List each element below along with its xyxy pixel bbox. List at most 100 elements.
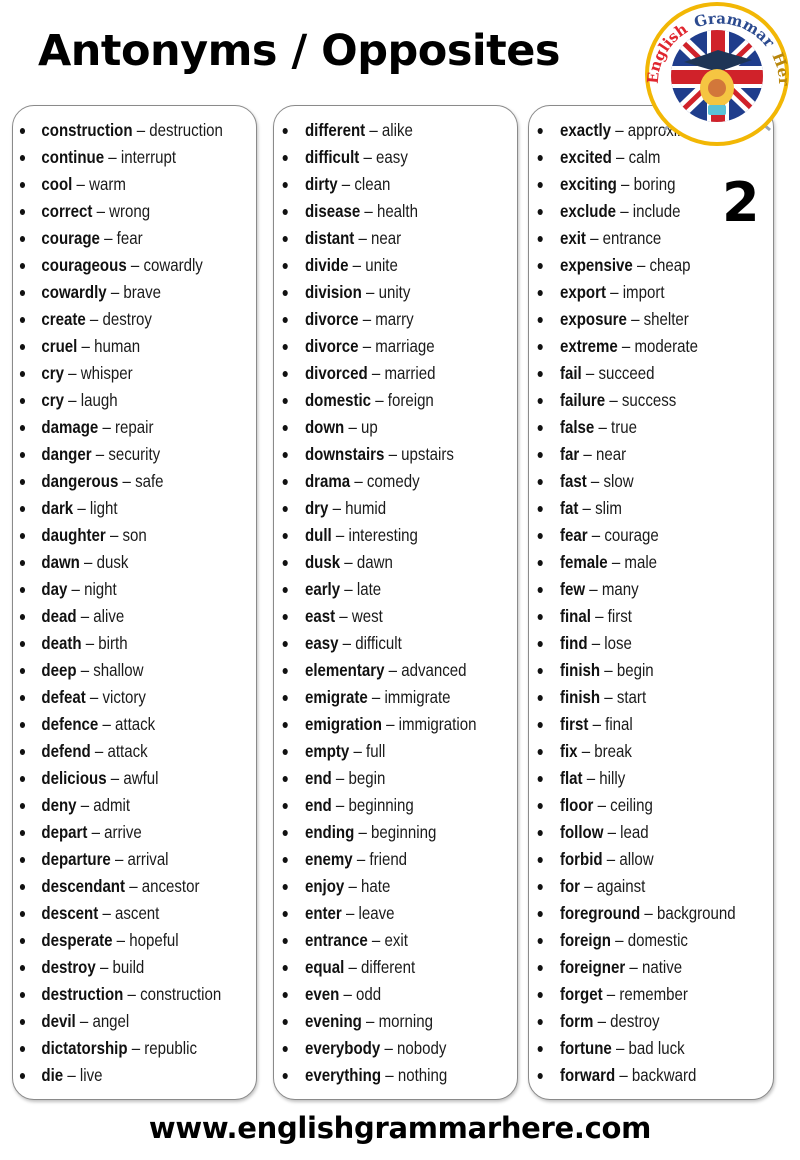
word: finish bbox=[559, 660, 601, 680]
bullet-icon bbox=[19, 1019, 26, 1025]
antonym-pair: downstairs – upstairs bbox=[274, 441, 483, 468]
bullet-icon bbox=[282, 317, 288, 323]
antonym-pair: difficult – easy bbox=[274, 144, 483, 171]
word: division bbox=[304, 282, 362, 302]
opposite-word: republic bbox=[144, 1038, 197, 1058]
bullet-icon bbox=[19, 533, 26, 539]
word: cowardly bbox=[41, 282, 107, 302]
separator: – bbox=[354, 471, 363, 491]
bullet-icon bbox=[282, 1046, 288, 1052]
separator: – bbox=[631, 309, 640, 329]
antonym-pair: cruel – human bbox=[13, 333, 222, 360]
separator: – bbox=[385, 1065, 394, 1085]
separator: – bbox=[590, 471, 600, 491]
bullet-icon bbox=[537, 560, 543, 566]
separator: – bbox=[358, 822, 367, 842]
antonym-pair: flat – hilly bbox=[529, 765, 739, 792]
antonym-pair: desperate – hopeful bbox=[13, 927, 222, 954]
bullet-icon bbox=[537, 965, 543, 971]
separator: – bbox=[102, 714, 111, 734]
bullet-icon bbox=[19, 182, 26, 188]
bullet-icon bbox=[19, 128, 26, 134]
bullet-icon bbox=[19, 668, 26, 674]
bullet-icon bbox=[19, 749, 26, 755]
word: downstairs bbox=[304, 444, 385, 464]
opposite-word: shallow bbox=[93, 660, 144, 680]
separator: – bbox=[335, 795, 345, 815]
bullet-icon bbox=[282, 587, 288, 593]
separator: – bbox=[116, 930, 126, 950]
antonym-pair: end – beginning bbox=[274, 792, 483, 819]
word: dirty bbox=[304, 174, 338, 194]
word: deep bbox=[41, 660, 77, 680]
antonym-pair: create – destroy bbox=[13, 306, 222, 333]
opposite-word: dawn bbox=[356, 552, 393, 572]
bullet-icon bbox=[19, 722, 26, 728]
opposite-word: laugh bbox=[80, 390, 118, 410]
opposite-word: hate bbox=[361, 876, 391, 896]
separator: – bbox=[79, 1011, 89, 1031]
word: fail bbox=[559, 363, 582, 383]
opposite-word: attack bbox=[107, 741, 148, 761]
word: day bbox=[41, 579, 68, 599]
word: dusk bbox=[304, 552, 341, 572]
bullet-icon bbox=[282, 992, 288, 998]
word: end bbox=[304, 795, 332, 815]
antonym-pair: cowardly – brave bbox=[13, 279, 222, 306]
bullet-icon bbox=[537, 128, 543, 134]
separator: – bbox=[89, 309, 99, 329]
opposite-word: alive bbox=[93, 606, 125, 626]
antonym-pair: early – late bbox=[274, 576, 483, 603]
bullet-icon bbox=[19, 290, 26, 296]
separator: – bbox=[77, 498, 86, 518]
word: danger bbox=[41, 444, 92, 464]
antonym-pair: different – alike bbox=[274, 117, 483, 144]
antonym-pair: evening – morning bbox=[274, 1008, 483, 1035]
bullet-icon bbox=[537, 830, 543, 836]
antonym-pair: fix – break bbox=[529, 738, 739, 765]
bullet-icon bbox=[19, 452, 26, 458]
word: easy bbox=[304, 633, 339, 653]
opposite-word: victory bbox=[102, 687, 146, 707]
word: foreground bbox=[559, 903, 641, 923]
separator: – bbox=[371, 363, 381, 383]
opposite-word: final bbox=[605, 714, 633, 734]
word: desperate bbox=[41, 930, 113, 950]
bullet-icon bbox=[19, 614, 26, 620]
opposite-word: safe bbox=[135, 471, 164, 491]
separator: – bbox=[91, 822, 100, 842]
antonym-pair: fail – succeed bbox=[529, 360, 739, 387]
opposite-word: bad luck bbox=[628, 1038, 685, 1058]
word: end bbox=[304, 768, 332, 788]
separator: – bbox=[339, 606, 348, 626]
bullet-icon bbox=[537, 452, 543, 458]
separator: – bbox=[386, 714, 395, 734]
separator: – bbox=[615, 1038, 625, 1058]
separator: – bbox=[335, 525, 345, 545]
separator: – bbox=[353, 741, 362, 761]
separator: – bbox=[595, 606, 604, 626]
word: evening bbox=[304, 1011, 362, 1031]
separator: – bbox=[629, 957, 638, 977]
antonym-pair: domestic – foreign bbox=[274, 387, 483, 414]
opposite-word: remember bbox=[619, 984, 688, 1004]
word: dry bbox=[304, 498, 329, 518]
bullet-icon bbox=[537, 884, 543, 890]
word: export bbox=[559, 282, 606, 302]
antonym-pair: down – up bbox=[274, 414, 483, 441]
word: divide bbox=[304, 255, 349, 275]
opposite-word: construction bbox=[140, 984, 222, 1004]
word: depart bbox=[41, 822, 88, 842]
antonym-pair: departure – arrival bbox=[13, 846, 222, 873]
separator: – bbox=[356, 849, 366, 869]
bullet-icon bbox=[282, 668, 288, 674]
antonym-pair: day – night bbox=[13, 576, 222, 603]
separator: – bbox=[607, 822, 616, 842]
antonym-pair: form – destroy bbox=[529, 1008, 739, 1035]
separator: – bbox=[68, 363, 77, 383]
opposite-word: attack bbox=[115, 714, 156, 734]
word: different bbox=[304, 120, 366, 140]
opposite-word: start bbox=[616, 687, 647, 707]
bullet-icon bbox=[537, 398, 543, 404]
bullet-icon bbox=[282, 182, 288, 188]
